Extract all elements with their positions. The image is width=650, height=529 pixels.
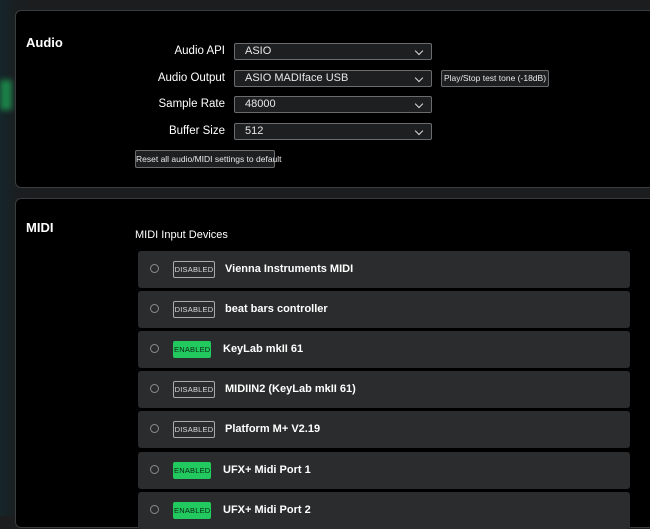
device-name: UFX+ Midi Port 2 — [223, 504, 311, 516]
reset-settings-button[interactable]: Reset all audio/MIDI settings to default — [135, 150, 282, 168]
device-toggle-radio[interactable] — [150, 465, 159, 474]
device-name: Vienna Instruments MIDI — [225, 263, 354, 275]
midi-input-devices-heading: MIDI Input Devices — [135, 229, 228, 241]
audio-output-value: ASIO MADIface USB — [245, 72, 349, 84]
device-toggle-radio[interactable] — [150, 505, 159, 514]
device-name: Platform M+ V2.19 — [225, 423, 321, 435]
midi-device-row[interactable]: DISABLED Platform M+ V2.19 — [138, 411, 630, 448]
midi-device-row[interactable]: DISABLED beat bars controller — [138, 291, 630, 328]
device-name: UFX+ Midi Port 1 — [223, 464, 311, 476]
midi-settings-panel: MIDI MIDI Input Devices DISABLED Vienna … — [15, 198, 650, 529]
chevron-down-icon — [414, 99, 424, 109]
device-name: MIDIIN2 (KeyLab mkII 61) — [225, 383, 356, 395]
audio-settings-panel: Audio Audio API ASIO Audio Output ASIO M… — [15, 10, 650, 188]
audio-api-value: ASIO — [245, 45, 272, 57]
buffer-size-label: Buffer Size — [168, 125, 225, 137]
device-name: beat bars controller — [225, 303, 328, 315]
device-name: KeyLab mkII 61 — [223, 343, 304, 355]
buffer-size-select[interactable]: 512 — [234, 123, 432, 140]
device-toggle-radio[interactable] — [150, 264, 159, 273]
chevron-down-icon — [414, 46, 424, 56]
chevron-down-icon — [414, 126, 424, 136]
audio-api-select[interactable]: ASIO — [234, 43, 432, 60]
status-badge: ENABLED — [173, 341, 211, 358]
status-badge: DISABLED — [173, 421, 215, 438]
status-badge: DISABLED — [173, 261, 215, 278]
audio-api-label: Audio API — [174, 45, 225, 57]
midi-section-title: MIDI — [26, 220, 54, 235]
device-toggle-radio[interactable] — [150, 384, 159, 393]
sample-rate-value: 48000 — [245, 98, 276, 110]
device-toggle-radio[interactable] — [150, 344, 159, 353]
status-badge: DISABLED — [173, 381, 215, 398]
midi-device-row[interactable]: DISABLED MIDIIN2 (KeyLab mkII 61) — [138, 371, 630, 408]
backdrop-accent — [0, 80, 12, 110]
audio-output-select[interactable]: ASIO MADIface USB — [234, 70, 432, 87]
midi-device-row[interactable]: ENABLED KeyLab mkII 61 — [138, 331, 630, 368]
device-toggle-radio[interactable] — [150, 304, 159, 313]
buffer-size-value: 512 — [245, 125, 264, 137]
status-badge: ENABLED — [173, 502, 211, 519]
midi-device-row[interactable]: ENABLED UFX+ Midi Port 2 — [138, 492, 630, 529]
sample-rate-select[interactable]: 48000 — [234, 96, 432, 113]
audio-output-label: Audio Output — [157, 72, 225, 84]
midi-device-row[interactable]: ENABLED UFX+ Midi Port 1 — [138, 452, 630, 489]
audio-section-title: Audio — [26, 35, 63, 50]
midi-device-row[interactable]: DISABLED Vienna Instruments MIDI — [138, 251, 630, 288]
sample-rate-label: Sample Rate — [158, 98, 225, 110]
status-badge: ENABLED — [173, 462, 211, 479]
device-toggle-radio[interactable] — [150, 424, 159, 433]
status-badge: DISABLED — [173, 301, 215, 318]
chevron-down-icon — [414, 73, 424, 83]
test-tone-button[interactable]: Play/Stop test tone (-18dB) — [441, 70, 549, 87]
